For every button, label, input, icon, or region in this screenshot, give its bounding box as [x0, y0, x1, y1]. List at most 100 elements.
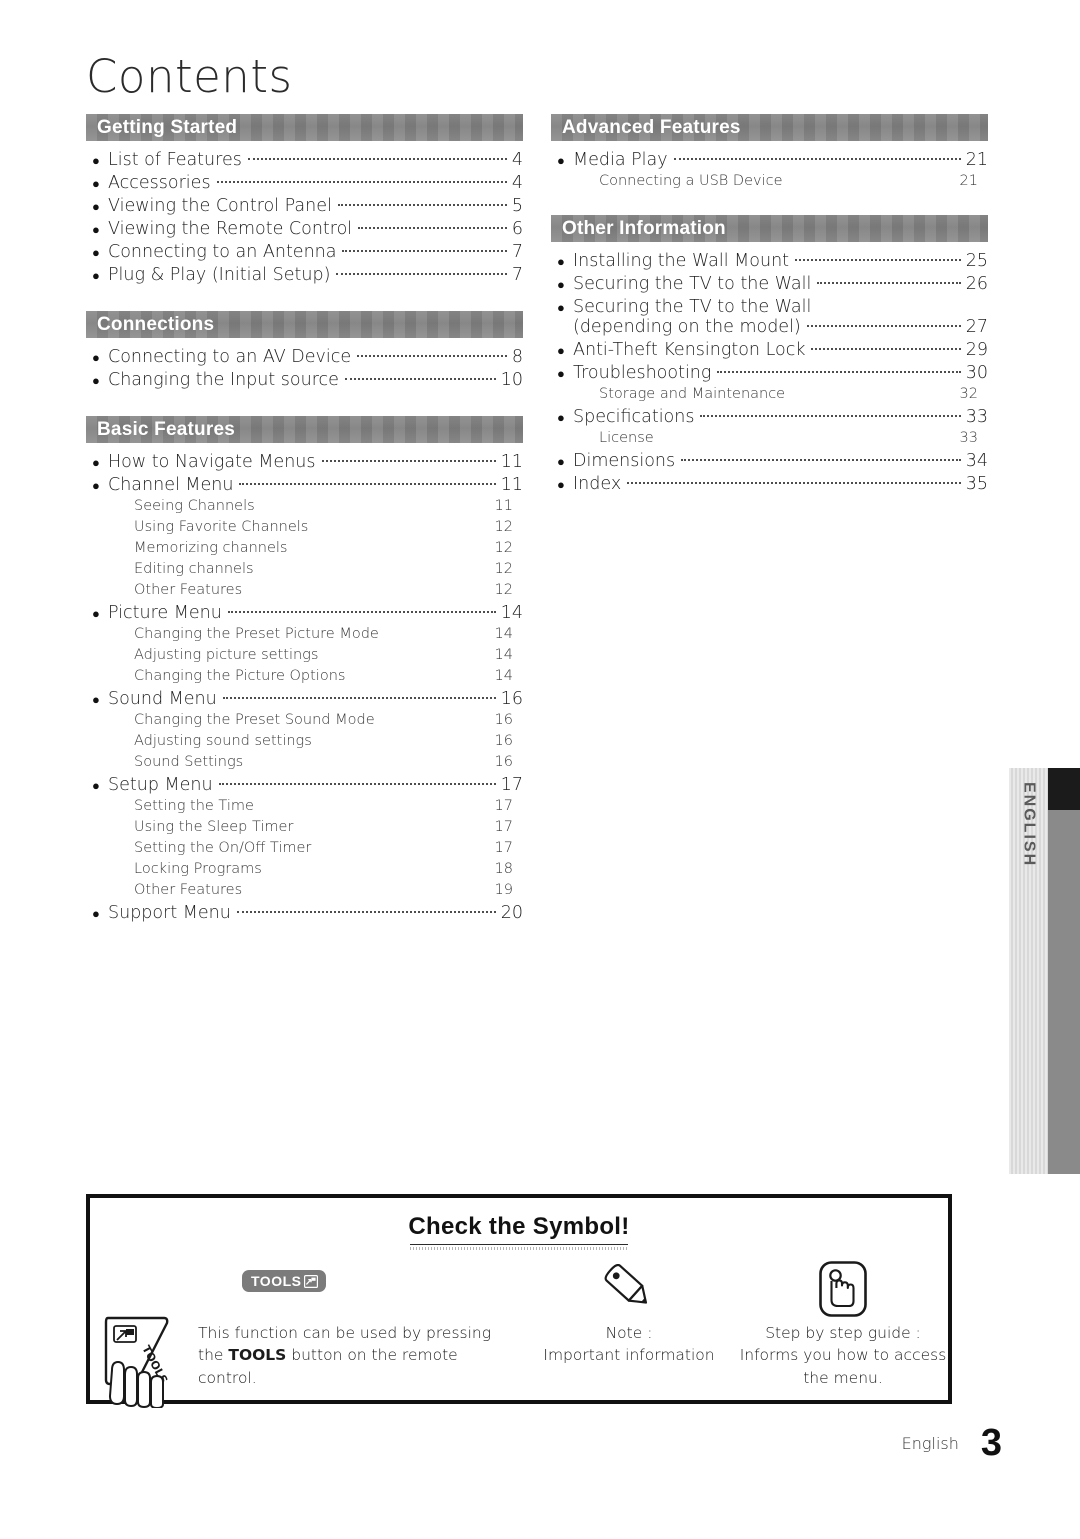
toc-sub-entry-label: Memorizing channels — [134, 540, 288, 556]
toc-entry[interactable]: ● Dimensions 34 — [551, 451, 988, 471]
toc-entry[interactable]: ● Changing the Input source 10 — [86, 370, 523, 390]
toc-entry[interactable]: ● Viewing the Remote Control 6 — [86, 219, 523, 239]
toc-entry-page: 4 — [511, 173, 523, 193]
toc-entry-line2: (depending on the model) 27 — [551, 317, 988, 337]
step-line2: Informs you how to access the menu. — [739, 1346, 947, 1387]
toc-entry-page: 7 — [511, 242, 523, 262]
dot-leader — [700, 415, 961, 417]
toc-section: Connections ● Connecting to an AV Device 8 ●… — [86, 311, 523, 390]
bullet-icon: ● — [557, 154, 565, 169]
toc-entry-label: List of Features — [108, 150, 242, 170]
toc-entry[interactable]: ● Securing the TV to the Wall (depending o… — [551, 297, 988, 337]
toc-entry[interactable]: ● Index 35 — [551, 474, 988, 494]
toc-entry[interactable]: ● Installing the Wall Mount 25 — [551, 251, 988, 271]
toc-entry[interactable]: ● Sound Menu 16 — [86, 689, 523, 709]
toc-sub-entry-page: 14 — [494, 647, 513, 663]
toc-entry[interactable]: ● Specifications 33 — [551, 407, 988, 427]
hand-pointer-in-frame-icon — [818, 1260, 868, 1323]
bullet-icon: ● — [92, 200, 100, 215]
toc-entry-label: Securing the TV to the Wall — [573, 297, 812, 317]
toc-sub-entry-page: 12 — [494, 582, 513, 598]
toc-sub-entry[interactable]: Changing the Picture Options 14 — [86, 668, 523, 684]
toc-sub-entry[interactable]: Storage and Maintenance 32 — [551, 386, 988, 402]
toc-entry[interactable]: ● Viewing the Control Panel 5 — [86, 196, 523, 216]
tools-text-bold: TOOLS — [228, 1346, 287, 1365]
symbol-item-step-text: Step by step guide : Informs you how to … — [738, 1322, 948, 1389]
toc-entry-label: Picture Menu — [108, 603, 222, 623]
section-header-label: Other Information — [562, 218, 726, 239]
toc-sub-entry[interactable]: Using Favorite Channels 12 — [86, 519, 523, 535]
toc-entry[interactable]: ● Media Play 21 — [551, 150, 988, 170]
toc-sub-entry[interactable]: Seeing Channels 11 — [86, 498, 523, 514]
toc-entry[interactable]: ● Plug & Play (Initial Setup) 7 — [86, 265, 523, 285]
toc-sub-entry[interactable]: Connecting a USB Device 21 — [551, 173, 988, 189]
toc-entry-label: Troubleshooting — [573, 363, 712, 383]
toc-sub-entry-label: Sound Settings — [134, 754, 244, 770]
toc-entry-label: Securing the TV to the Wall — [573, 274, 812, 294]
toc-entry[interactable]: ● Troubleshooting 30 — [551, 363, 988, 383]
toc-entry[interactable]: ● Setup Menu 17 — [86, 775, 523, 795]
toc-entry-label: Installing the Wall Mount — [573, 251, 790, 271]
toc-entry[interactable]: ● Picture Menu 14 — [86, 603, 523, 623]
toc-entry-label: Media Play — [573, 150, 668, 170]
section-header-connections: Connections — [86, 311, 523, 338]
toc-entry[interactable]: ● Securing the TV to the Wall 26 — [551, 274, 988, 294]
toc-sub-entry-label: License — [599, 430, 654, 446]
toc-sub-entry[interactable]: Adjusting sound settings 16 — [86, 733, 523, 749]
toc-sub-entry[interactable]: Adjusting picture settings 14 — [86, 647, 523, 663]
dot-leader — [227, 611, 496, 613]
dot-leader — [627, 482, 961, 484]
tools-glyph-icon — [304, 1274, 319, 1288]
dot-leader — [811, 348, 961, 350]
toc-entry[interactable]: ● Anti-Theft Kensington Lock 29 — [551, 340, 988, 360]
toc-entry-label: Connecting to an Antenna — [108, 242, 337, 262]
toc-sub-entry[interactable]: Changing the Preset Picture Mode 14 — [86, 626, 523, 642]
toc-entry[interactable]: ● Connecting to an Antenna 7 — [86, 242, 523, 262]
toc-sub-entry-label: Locking Programs — [134, 861, 262, 877]
bullet-icon: ● — [92, 223, 100, 238]
dot-leader — [358, 227, 507, 229]
dot-leader — [717, 371, 961, 373]
toc-entry[interactable]: ● How to Navigate Menus 11 — [86, 452, 523, 472]
dot-leader — [216, 181, 507, 183]
toc-entry-page: 34 — [965, 451, 988, 471]
toc-sub-entry[interactable]: License 33 — [551, 430, 988, 446]
note-line1: Note : — [605, 1324, 653, 1342]
dot-leader — [673, 158, 961, 160]
toc-sub-entry[interactable]: Memorizing channels 12 — [86, 540, 523, 556]
toc-sub-entry[interactable]: Locking Programs 18 — [86, 861, 523, 877]
toc-sub-entry-page: 21 — [959, 173, 978, 189]
toc-sub-entry[interactable]: Sound Settings 16 — [86, 754, 523, 770]
toc-entry[interactable]: ● Connecting to an AV Device 8 — [86, 347, 523, 367]
toc-entry-label: Support Menu — [108, 903, 231, 923]
section-header-other-information: Other Information — [551, 215, 988, 242]
toc-entry-label: Index — [573, 474, 622, 494]
toc-entry[interactable]: ● List of Features 4 — [86, 150, 523, 170]
toc-sub-entry[interactable]: Using the Sleep Timer 17 — [86, 819, 523, 835]
section-header-label: Getting Started — [97, 117, 238, 138]
section-header-getting-started: Getting Started — [86, 114, 523, 141]
toc-sub-entry-label: Changing the Preset Sound Mode — [134, 712, 375, 728]
bullet-icon: ● — [92, 269, 100, 284]
toc-entry-label: Sound Menu — [108, 689, 217, 709]
toc-sub-entry-page: 17 — [494, 798, 513, 814]
toc-sub-entry-page: 12 — [494, 540, 513, 556]
symbol-box-title: Check the Symbol! — [408, 1213, 630, 1240]
toc-sub-entry-page: 12 — [494, 519, 513, 535]
toc-entry[interactable]: ● Accessories 4 — [86, 173, 523, 193]
toc-sub-entry[interactable]: Editing channels 12 — [86, 561, 523, 577]
bullet-icon: ● — [557, 344, 565, 359]
toc-entry[interactable]: ● Support Menu 20 — [86, 903, 523, 923]
toc-entry[interactable]: ● Channel Menu 11 — [86, 475, 523, 495]
toc-section: Other Information ● Installing the Wall Mo… — [551, 215, 988, 494]
toc-sub-entry-page: 14 — [494, 668, 513, 684]
symbol-item-step-guide: Step by step guide : Informs you how to … — [738, 1260, 948, 1389]
toc-sub-entry[interactable]: Changing the Preset Sound Mode 16 — [86, 712, 523, 728]
symbol-box-columns: TOOLS TOOLS This function can be used by… — [90, 1260, 948, 1410]
toc-sub-entry[interactable]: Other Features 19 — [86, 882, 523, 898]
footer-page-number: 3 — [980, 1422, 1002, 1464]
toc-sub-entry[interactable]: Setting the Time 17 — [86, 798, 523, 814]
toc-sub-entry[interactable]: Other Features 12 — [86, 582, 523, 598]
toc-sub-entry[interactable]: Setting the On/Off Timer 17 — [86, 840, 523, 856]
symbol-item-note-text: Note : Important information — [520, 1322, 738, 1367]
